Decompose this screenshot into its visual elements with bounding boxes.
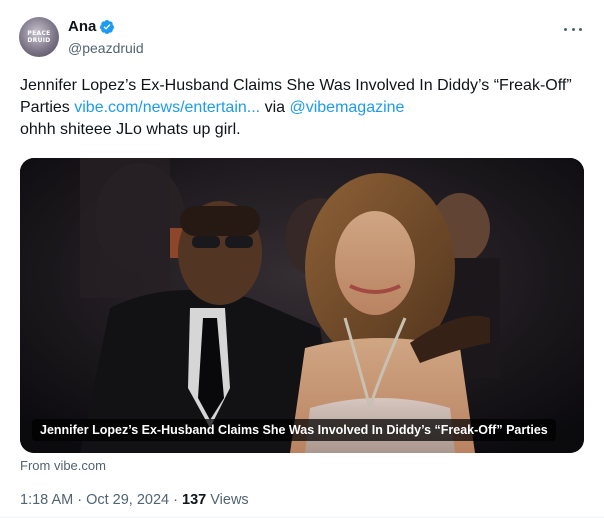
views-label: Views: [206, 492, 249, 508]
more-dot: [564, 27, 567, 31]
verified-badge-icon: [99, 19, 115, 35]
mention-link[interactable]: @vibemagazine: [289, 99, 404, 116]
tweet-meta: 1:18 AM · Oct 29, 2024 · 137 Views: [20, 492, 249, 508]
tweet-date[interactable]: Oct 29, 2024: [86, 492, 169, 508]
meta-separator: ·: [169, 492, 183, 508]
card-caption: Jennifer Lopez’s Ex-Husband Claims She W…: [32, 419, 556, 441]
tweet-text: Jennifer Lopez’s Ex-Husband Claims She W…: [20, 75, 585, 141]
card-image: [20, 158, 584, 453]
tweet-text-via: via: [260, 99, 290, 116]
tweet-time[interactable]: 1:18 AM: [20, 492, 73, 508]
tweet: PEACE DRUID Ana @peazdruid Jennifer Lope…: [0, 0, 604, 518]
author-display-name[interactable]: Ana: [68, 18, 96, 35]
avatar[interactable]: PEACE DRUID: [19, 17, 59, 57]
more-horizontal-icon[interactable]: [564, 20, 582, 38]
link-card[interactable]: Jennifer Lopez’s Ex-Husband Claims She W…: [20, 158, 584, 453]
article-link[interactable]: vibe.com/news/entertain...: [74, 99, 260, 116]
author-handle[interactable]: @peazdruid: [68, 40, 144, 56]
views-count: 137: [182, 492, 207, 508]
card-source[interactable]: From vibe.com: [20, 458, 106, 473]
more-dot: [579, 27, 582, 31]
more-dot: [571, 27, 575, 31]
author-name-row: Ana: [68, 18, 115, 35]
meta-separator: ·: [73, 492, 87, 508]
tweet-text-comment: ohhh shiteee JLo whats up girl.: [20, 121, 241, 138]
avatar-label: PEACE DRUID: [27, 30, 51, 44]
